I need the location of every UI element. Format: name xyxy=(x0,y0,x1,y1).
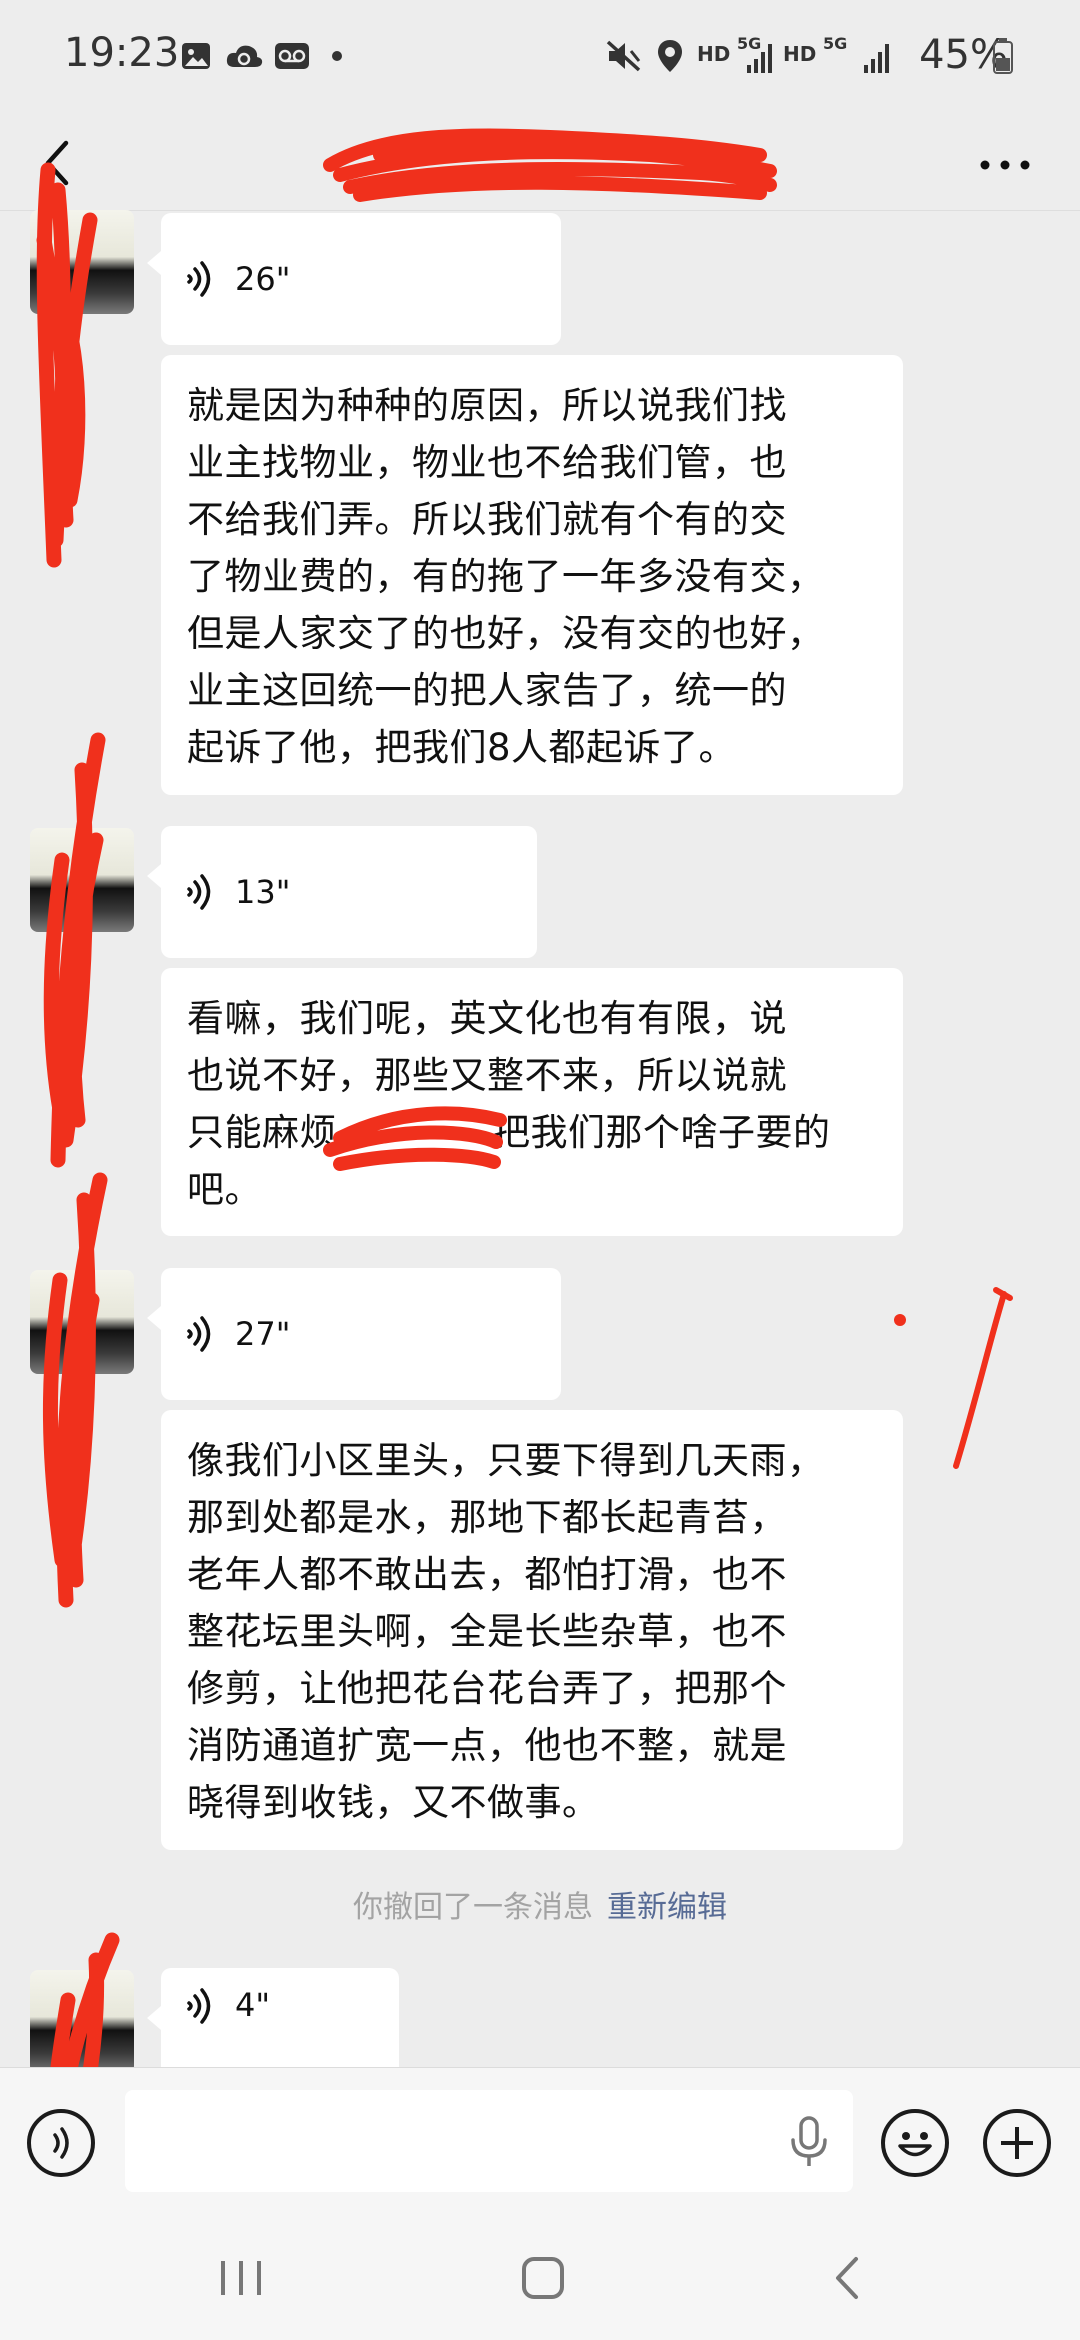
emoji-button[interactable] xyxy=(881,2109,949,2177)
message-line: 像我们小区里头，只要下得到几天雨， xyxy=(187,1439,825,1482)
text-message[interactable]: 像我们小区里头，只要下得到几天雨， 那到处都是水，那地下都长起青苔， 老年人都不… xyxy=(161,1410,903,1850)
message-line: 就是因为种种的原因，所以说我们找 xyxy=(187,384,787,427)
message-line: 但是人家交了的也好，没有交的也好， xyxy=(187,612,825,655)
re-edit-link[interactable]: 重新编辑 xyxy=(607,1890,727,1925)
voice-message[interactable]: 26" xyxy=(147,213,561,345)
voice-message[interactable]: 13" xyxy=(147,826,537,958)
message-line: 业主这回统一的把人家告了，统一的 xyxy=(187,669,787,712)
message-line: 也说不好，那些又整不来，所以说就 xyxy=(187,1054,787,1097)
chat-header xyxy=(0,115,1080,211)
notification-dot-icon xyxy=(327,36,347,76)
voice-wave-icon xyxy=(187,1988,211,2024)
voice-toggle-icon xyxy=(53,2127,69,2159)
battery-icon xyxy=(992,36,1014,76)
mute-icon xyxy=(604,36,644,76)
voice-wave-icon xyxy=(187,261,211,297)
message-line: 吧。 xyxy=(187,1168,262,1211)
status-bar: 19:23 HD 5G HD 5G 45% xyxy=(0,0,1080,115)
signal-icon xyxy=(743,38,777,78)
avatar[interactable] xyxy=(30,210,134,314)
voice-message[interactable]: 4" xyxy=(147,1968,399,2068)
system-navigation-bar xyxy=(0,2217,1080,2340)
signal-icon-2 xyxy=(860,38,894,78)
more-options-button[interactable] xyxy=(970,133,1040,193)
message-line: 那到处都是水，那地下都长起青苔， xyxy=(187,1496,787,1539)
chat-screen: 19:23 HD 5G HD 5G 45% 26" 就是因为种种的原因，所以说我… xyxy=(0,0,1080,2340)
text-message[interactable]: 看嘛，我们呢，英文化也有有限，说 也说不好，那些又整不来，所以说就 只能麻烦 把我… xyxy=(161,968,903,1236)
message-line: 消防通道扩宽一点，他也不整，就是 xyxy=(187,1724,787,1767)
back-arrow-icon xyxy=(836,2257,858,2299)
network-hd-2: HD xyxy=(783,42,817,66)
message-line: 了物业费的，有的拖了一年多没有交， xyxy=(187,555,825,598)
gallery-icon xyxy=(178,36,214,76)
message-line: 看嘛，我们呢，英文化也有有限，说 xyxy=(187,997,787,1040)
voice-toggle-button[interactable] xyxy=(27,2109,95,2177)
recent-apps-icon xyxy=(221,2261,261,2295)
more-horizontal-icon xyxy=(980,160,1030,170)
chevron-left-icon xyxy=(45,140,69,186)
emoji-icon xyxy=(898,2132,932,2157)
status-time: 19:23 xyxy=(64,30,180,76)
cloud-sync-icon xyxy=(222,36,266,76)
message-line: 业主找物业，物业也不给我们管，也 xyxy=(187,441,787,484)
home-icon xyxy=(522,2257,564,2299)
redacted-chat-title xyxy=(323,128,777,202)
message-line: 老年人都不敢出去，都怕打滑，也不 xyxy=(187,1553,787,1596)
message-line: 起诉了他，把我们8人都起诉了。 xyxy=(187,726,737,769)
voice-wave-icon xyxy=(187,1316,211,1352)
microphone-button[interactable] xyxy=(787,2114,831,2174)
voice-duration: 26" xyxy=(235,260,291,298)
location-icon xyxy=(652,36,688,76)
recall-notice: 你撤回了一条消息 重新编辑 xyxy=(0,1882,1080,1926)
network-5g-2: 5G xyxy=(823,34,848,53)
avatar[interactable] xyxy=(30,1270,134,1374)
avatar[interactable] xyxy=(30,1970,134,2074)
message-line: 只能麻烦 把我们那个啥子要的 xyxy=(187,1111,831,1154)
plus-button[interactable] xyxy=(983,2109,1051,2177)
message-line: 不给我们弄。所以我们就有个有的交 xyxy=(187,498,787,541)
recent-apps-button[interactable] xyxy=(215,2255,267,2305)
system-back-button[interactable] xyxy=(828,2253,868,2307)
text-message[interactable]: 就是因为种种的原因，所以说我们找 业主找物业，物业也不给我们管，也 不给我们弄。… xyxy=(161,355,903,795)
avatar[interactable] xyxy=(30,828,134,932)
voice-wave-icon xyxy=(187,874,211,910)
message-input[interactable] xyxy=(125,2090,853,2192)
voice-duration: 4" xyxy=(235,1986,271,2024)
voicemail-icon xyxy=(272,36,312,76)
microphone-icon xyxy=(791,2116,827,2166)
plus-circle-icon xyxy=(1001,2127,1033,2159)
voice-message[interactable]: 27" xyxy=(147,1268,561,1400)
message-line: 晓得到收钱，又不做事。 xyxy=(187,1781,600,1824)
voice-duration: 27" xyxy=(235,1315,291,1353)
back-button[interactable] xyxy=(36,133,76,193)
home-button[interactable] xyxy=(518,2253,568,2307)
message-line: 整花坛里头啊，全是长些杂草，也不 xyxy=(187,1610,787,1653)
message-line: 修剪，让他把花台花台弄了，把那个 xyxy=(187,1667,787,1710)
recall-text: 你撤回了一条消息 xyxy=(353,1890,593,1925)
network-hd-1: HD xyxy=(697,42,731,66)
input-bar xyxy=(0,2067,1080,2218)
voice-duration: 13" xyxy=(235,873,291,911)
